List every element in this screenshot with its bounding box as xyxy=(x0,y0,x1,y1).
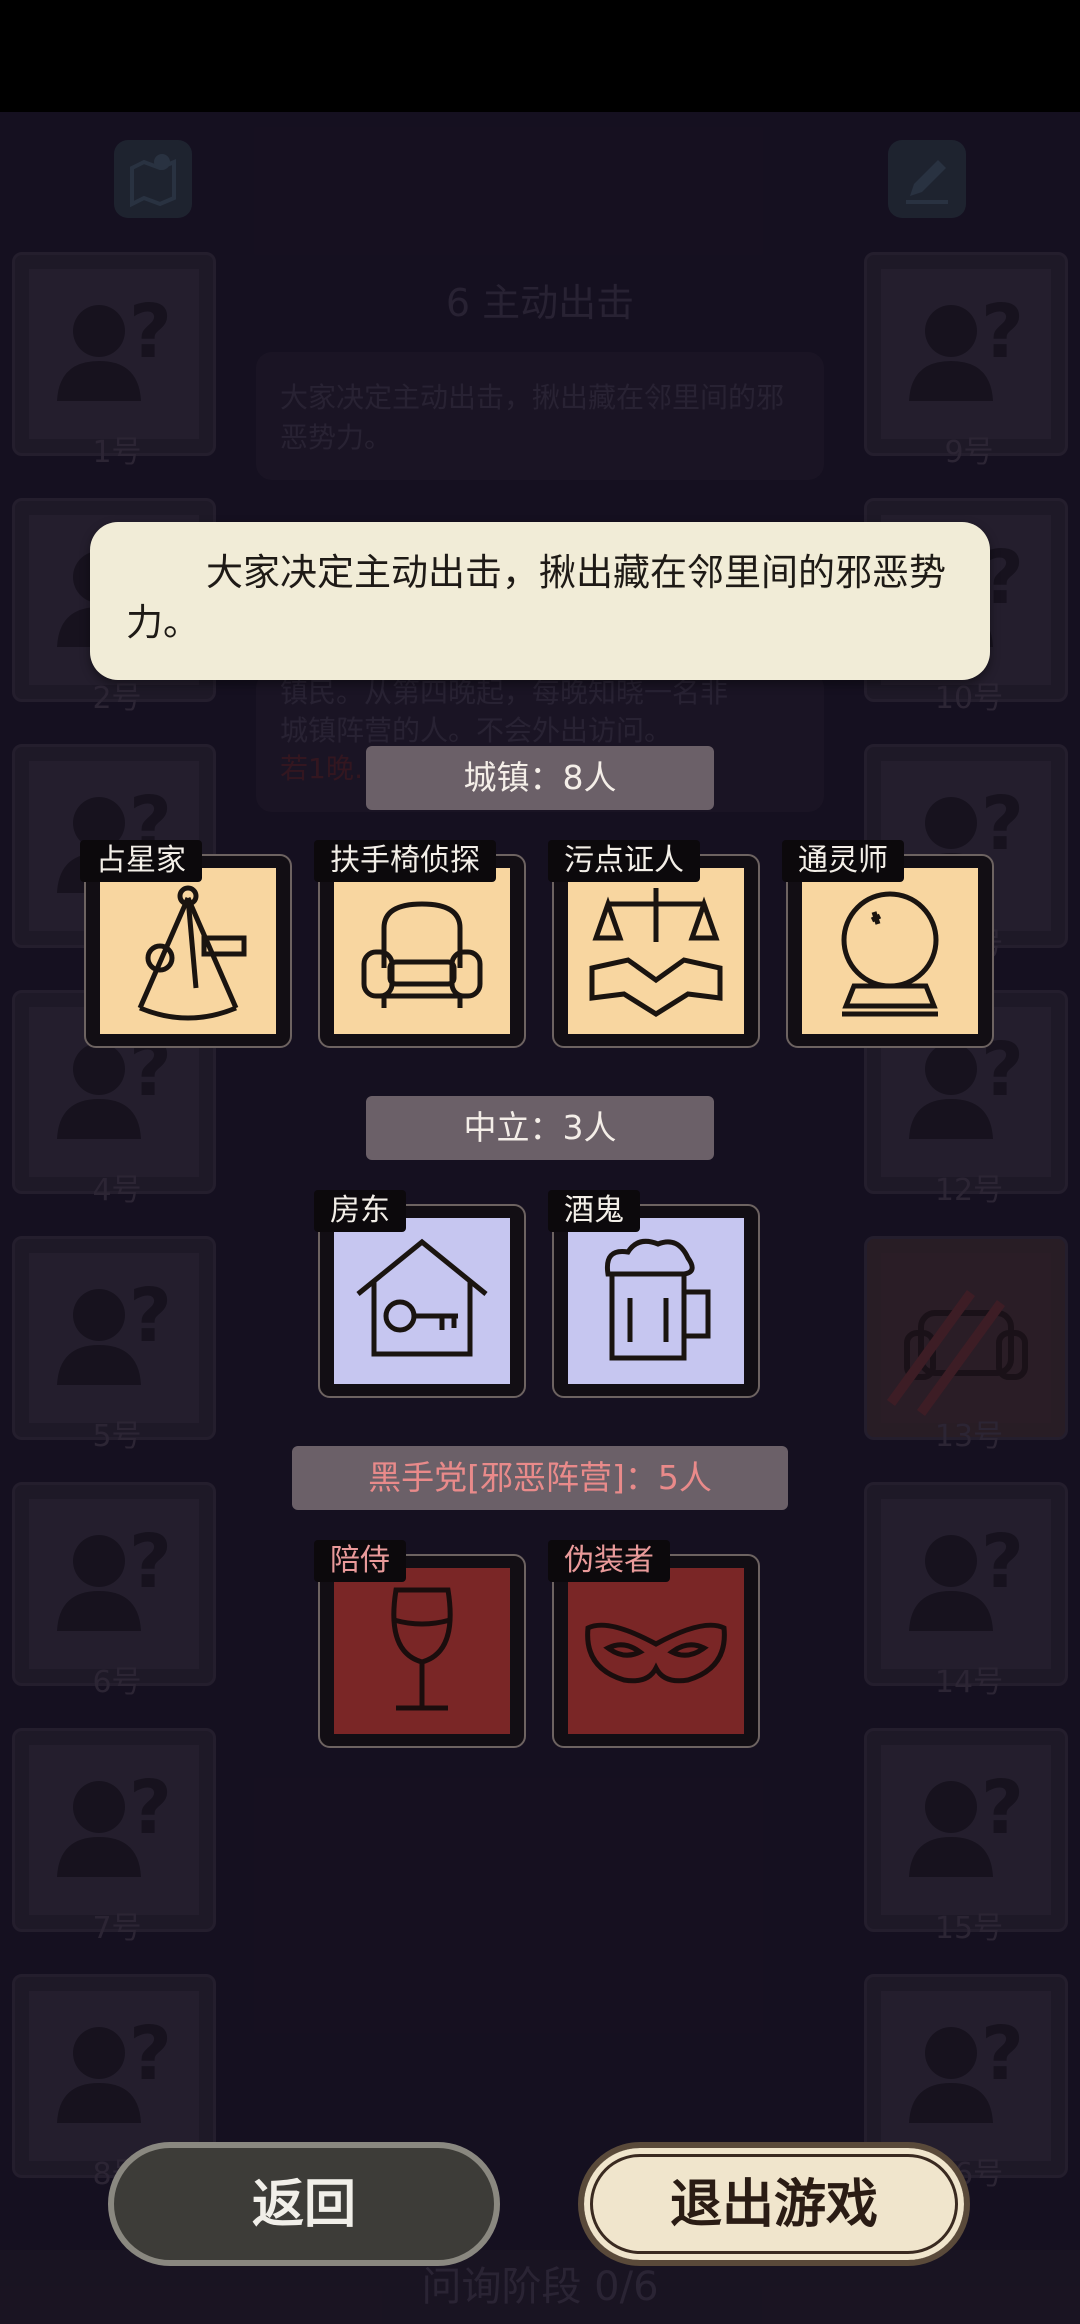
status-bar xyxy=(0,0,1080,112)
card-frame xyxy=(552,1204,760,1398)
armchair-icon xyxy=(334,868,510,1034)
sextant-icon xyxy=(100,868,276,1034)
role-name: 污点证人 xyxy=(548,840,700,882)
role-card-drunkard[interactable]: 酒鬼 xyxy=(548,1190,760,1398)
event-message-toast: 大家决定主动出击，揪出藏在邻里间的邪恶势力。 xyxy=(90,522,990,680)
role-card-escort[interactable]: 陪侍 xyxy=(314,1540,526,1748)
role-card-medium[interactable]: 通灵师 xyxy=(782,840,994,1048)
back-button[interactable]: 返回 xyxy=(108,2142,500,2266)
card-frame xyxy=(318,1204,526,1398)
card-frame xyxy=(552,854,760,1048)
role-card-disguiser[interactable]: 伪装者 xyxy=(548,1540,760,1748)
role-card-armchair-detective[interactable]: 扶手椅侦探 xyxy=(314,840,526,1048)
card-frame xyxy=(786,854,994,1048)
faction-header-evil: 黑手党[邪恶阵营]：5人 xyxy=(292,1446,788,1510)
role-name: 占星家 xyxy=(80,840,202,882)
scales-handshake-icon xyxy=(568,868,744,1034)
modal-overlay xyxy=(0,112,1080,2324)
role-name: 伪装者 xyxy=(548,1540,670,1582)
card-frame xyxy=(84,854,292,1048)
role-card-astrologer[interactable]: 占星家 xyxy=(80,840,292,1048)
card-frame xyxy=(552,1554,760,1748)
card-frame xyxy=(318,854,526,1048)
exit-game-button[interactable]: 退出游戏 xyxy=(578,2142,970,2266)
role-name: 房东 xyxy=(314,1190,406,1232)
beer-mug-icon xyxy=(568,1218,744,1384)
role-name: 扶手椅侦探 xyxy=(314,840,496,882)
card-frame xyxy=(318,1554,526,1748)
wine-glass-icon xyxy=(334,1568,510,1734)
house-key-icon xyxy=(334,1218,510,1384)
role-name: 酒鬼 xyxy=(548,1190,640,1232)
role-name: 通灵师 xyxy=(782,840,904,882)
role-name: 陪侍 xyxy=(314,1540,406,1582)
role-card-tainted-witness[interactable]: 污点证人 xyxy=(548,840,760,1048)
faction-header-town: 城镇：8人 xyxy=(366,746,714,810)
faction-header-neutral: 中立：3人 xyxy=(366,1096,714,1160)
role-card-landlord[interactable]: 房东 xyxy=(314,1190,526,1398)
mask-icon xyxy=(568,1568,744,1734)
crystal-ball-icon xyxy=(802,868,978,1034)
